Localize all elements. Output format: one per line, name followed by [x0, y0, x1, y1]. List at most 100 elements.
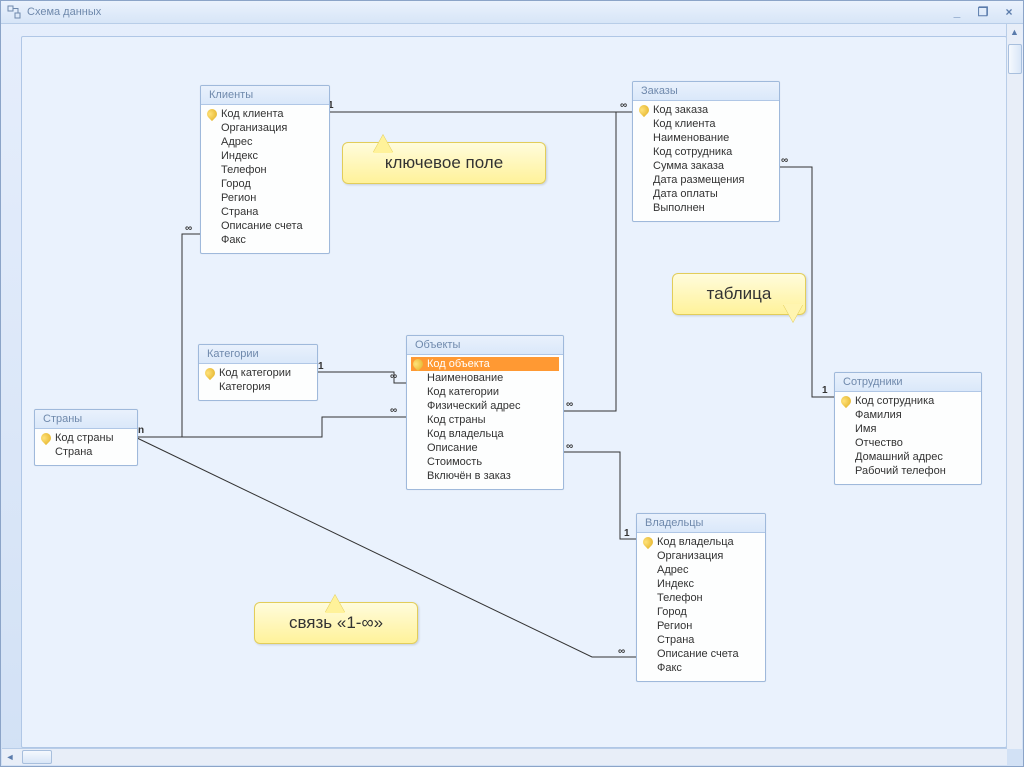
field[interactable]: Сумма заказа — [637, 159, 775, 173]
field-pk[interactable]: Код страны — [39, 431, 133, 445]
table-title: Страны — [35, 410, 137, 429]
table-title: Заказы — [633, 82, 779, 101]
field[interactable]: Дата размещения — [637, 173, 775, 187]
field-list: Код сотрудника Фамилия Имя Отчество Дома… — [835, 392, 981, 484]
field[interactable]: Адрес — [641, 563, 761, 577]
field[interactable]: Наименование — [637, 131, 775, 145]
cardinality-many: ∞ — [566, 441, 573, 452]
field[interactable]: Город — [641, 605, 761, 619]
table-title: Сотрудники — [835, 373, 981, 392]
field[interactable]: Наименование — [411, 371, 559, 385]
field[interactable]: Регион — [641, 619, 761, 633]
field[interactable]: Код владельца — [411, 427, 559, 441]
field[interactable]: Включён в заказ — [411, 469, 559, 483]
cardinality-many: ∞ — [620, 100, 627, 111]
scroll-thumb[interactable] — [22, 750, 52, 764]
table-title: Владельцы — [637, 514, 765, 533]
field-list: Код объекта Наименование Код категории Ф… — [407, 355, 563, 489]
scroll-thumb[interactable] — [1008, 44, 1022, 74]
field[interactable]: Индекс — [641, 577, 761, 591]
field[interactable]: Отчество — [839, 436, 977, 450]
field[interactable]: Организация — [205, 121, 325, 135]
callout-keyfield: ключевое поле — [342, 142, 546, 184]
field[interactable]: Город — [205, 177, 325, 191]
field[interactable]: Индекс — [205, 149, 325, 163]
field[interactable]: Код страны — [411, 413, 559, 427]
field[interactable]: Физический адрес — [411, 399, 559, 413]
callout-text: связь «1-∞» — [289, 613, 383, 632]
field[interactable]: Дата оплаты — [637, 187, 775, 201]
field[interactable]: Факс — [641, 661, 761, 675]
cardinality-many: ∞ — [566, 399, 573, 410]
table-categories[interactable]: Категории Код категории Категория — [198, 344, 318, 401]
field[interactable]: Имя — [839, 422, 977, 436]
callout-text: ключевое поле — [385, 153, 503, 172]
field-pk[interactable]: Код сотрудника — [839, 394, 977, 408]
cardinality-n: n — [138, 425, 144, 436]
cardinality-one: 1 — [624, 528, 630, 539]
table-clients[interactable]: Клиенты Код клиента Организация Адрес Ин… — [200, 85, 330, 254]
field-pk[interactable]: Код владельца — [641, 535, 761, 549]
callout-text: таблица — [707, 284, 772, 303]
vertical-scrollbar[interactable]: ▲ — [1006, 24, 1022, 749]
table-title: Объекты — [407, 336, 563, 355]
field[interactable]: Адрес — [205, 135, 325, 149]
field-pk[interactable]: Код клиента — [205, 107, 325, 121]
cardinality-many: ∞ — [185, 223, 192, 234]
minimize-button[interactable]: _ — [949, 4, 965, 20]
field[interactable]: Описание счета — [205, 219, 325, 233]
field[interactable]: Код клиента — [637, 117, 775, 131]
app-icon — [7, 5, 21, 19]
scroll-up-icon[interactable]: ▲ — [1008, 24, 1022, 40]
field[interactable]: Факс — [205, 233, 325, 247]
field-list: Код владельца Организация Адрес Индекс Т… — [637, 533, 765, 681]
titlebar[interactable]: Схема данных _ ❐ × — [1, 1, 1023, 24]
cardinality-many: ∞ — [781, 155, 788, 166]
field[interactable]: Домашний адрес — [839, 450, 977, 464]
table-orders[interactable]: Заказы Код заказа Код клиента Наименован… — [632, 81, 780, 222]
field[interactable]: Стоимость — [411, 455, 559, 469]
table-countries[interactable]: Страны Код страны Страна — [34, 409, 138, 466]
field-list: Код клиента Организация Адрес Индекс Тел… — [201, 105, 329, 253]
field[interactable]: Телефон — [641, 591, 761, 605]
field[interactable]: Категория — [203, 380, 313, 394]
cardinality-many: ∞ — [390, 405, 397, 416]
field-pk-selected[interactable]: Код объекта — [411, 357, 559, 371]
field[interactable]: Выполнен — [637, 201, 775, 215]
cardinality-many: ∞ — [390, 371, 397, 382]
cardinality-many: ∞ — [618, 646, 625, 657]
table-owners[interactable]: Владельцы Код владельца Организация Адре… — [636, 513, 766, 682]
window-title: Схема данных — [27, 6, 101, 18]
table-employees[interactable]: Сотрудники Код сотрудника Фамилия Имя От… — [834, 372, 982, 485]
close-button[interactable]: × — [1001, 4, 1017, 20]
field[interactable]: Страна — [205, 205, 325, 219]
field[interactable]: Код сотрудника — [637, 145, 775, 159]
callout-relation: связь «1-∞» — [254, 602, 418, 644]
scroll-left-icon[interactable]: ◄ — [2, 750, 18, 764]
field-list: Код заказа Код клиента Наименование Код … — [633, 101, 779, 221]
field[interactable]: Телефон — [205, 163, 325, 177]
field[interactable]: Код категории — [411, 385, 559, 399]
field[interactable]: Описание — [411, 441, 559, 455]
field-list: Код категории Категория — [199, 364, 317, 400]
field[interactable]: Рабочий телефон — [839, 464, 977, 478]
callout-table: таблица — [672, 273, 806, 315]
table-title: Клиенты — [201, 86, 329, 105]
field-pk[interactable]: Код заказа — [637, 103, 775, 117]
field[interactable]: Фамилия — [839, 408, 977, 422]
field-pk[interactable]: Код категории — [203, 366, 313, 380]
cardinality-one: 1 — [822, 385, 828, 396]
horizontal-scrollbar[interactable]: ◄ — [2, 748, 1007, 765]
table-title: Категории — [199, 345, 317, 364]
field[interactable]: Страна — [641, 633, 761, 647]
field[interactable]: Описание счета — [641, 647, 761, 661]
field-list: Код страны Страна — [35, 429, 137, 465]
field[interactable]: Организация — [641, 549, 761, 563]
table-objects[interactable]: Объекты Код объекта Наименование Код кат… — [406, 335, 564, 490]
field[interactable]: Страна — [39, 445, 133, 459]
relationships-window: Схема данных _ ❐ × 1 ∞ ∞ — [0, 0, 1024, 767]
field[interactable]: Регион — [205, 191, 325, 205]
restore-button[interactable]: ❐ — [975, 4, 991, 20]
cardinality-one: 1 — [318, 361, 324, 372]
diagram-canvas[interactable]: 1 ∞ ∞ 1 ∞ n 1 ∞ ∞ ∞ ∞ 1 ∞ Клиенты Код кл… — [21, 36, 1007, 748]
